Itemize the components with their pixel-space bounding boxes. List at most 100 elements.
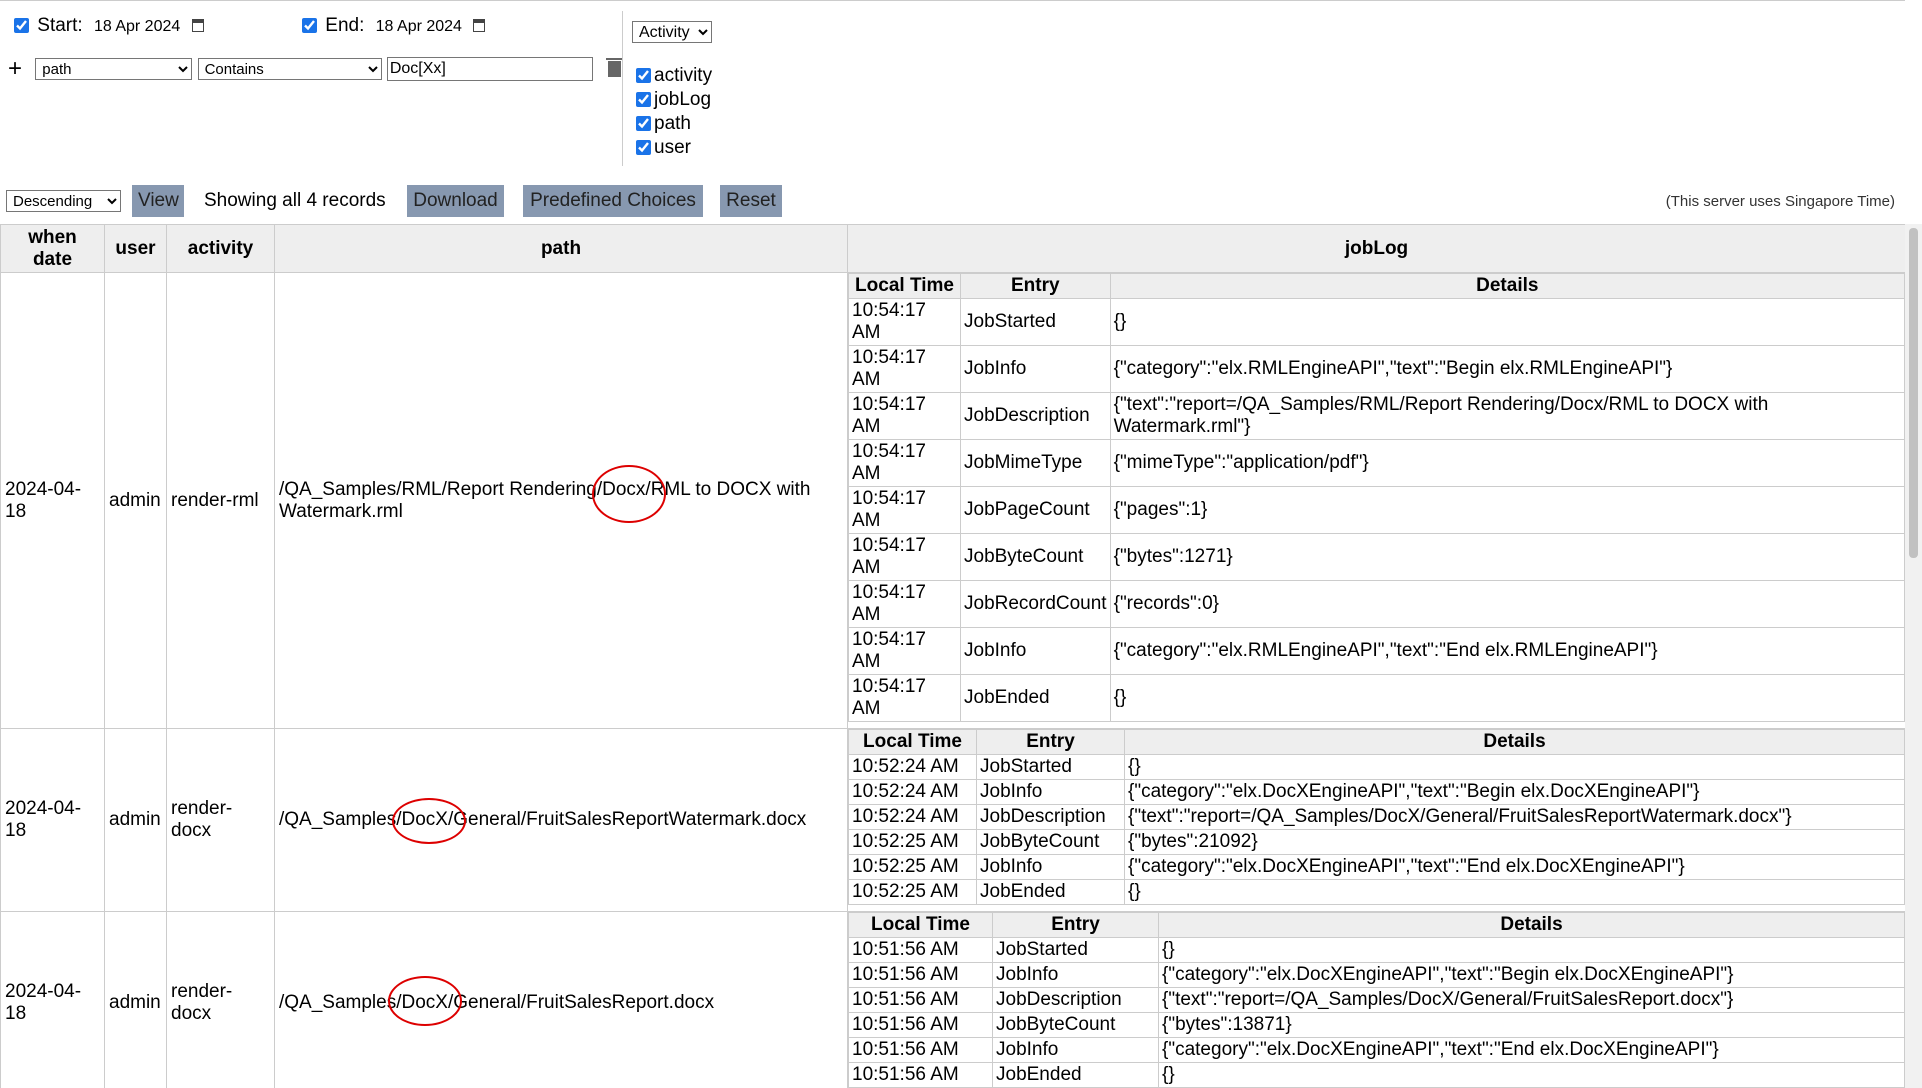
user-cell: admin [104, 911, 167, 1088]
joblog-time: 10:54:17 AM [848, 533, 961, 581]
table-row[interactable]: 2024-04-18 admin render-docx/QA_Samples/Do… [0, 911, 1905, 1088]
predefined-choices-button[interactable]: Predefined Choices [523, 185, 703, 217]
column-checkbox[interactable] [636, 140, 651, 156]
joblog-entry: JobByteCount [960, 533, 1111, 581]
joblog-row: 10:51:56 AM JobByteCount {"bytes":13871} [848, 1012, 1905, 1038]
joblog-details: {"records":0} [1109, 580, 1905, 628]
panel-divider [622, 11, 623, 166]
column-header-path[interactable]: path [274, 224, 848, 273]
joblog-header-row: Local Time Entry Details [848, 729, 1905, 755]
joblog-details: {"category":"elx.DocXEngineAPI","text":"… [1158, 1037, 1905, 1063]
joblog-entry: JobStarted [960, 298, 1111, 346]
joblog-row: 10:51:56 AM JobStarted{} [848, 937, 1905, 963]
joblog-details: {"category":"elx.DocXEngineAPI","text":"… [1124, 779, 1905, 805]
joblog-header-time: Local Time [848, 273, 961, 299]
table-row[interactable]: 2024-04-18 admin render-docx/QA_Samples/Do… [0, 728, 1905, 912]
joblog-table: Local Time Entry Details 10:54:17 AM JobStar… [848, 273, 1905, 722]
joblog-time: 10:54:17 AM [848, 486, 961, 534]
joblog-row: 10:54:17 AM JobDescription {"text":"report… [848, 392, 1905, 440]
calendar-icon[interactable] [473, 19, 486, 32]
joblog-details: {"bytes":13871} [1158, 1012, 1905, 1038]
joblog-row: 10:54:17 AM JobInfo {"category":"elx.RMLEn… [848, 627, 1905, 675]
joblog-entry: JobEnded [992, 1062, 1159, 1088]
joblog-header-time: Local Time [848, 912, 993, 938]
column-header-when[interactable]: when date [0, 224, 105, 273]
joblog-entry: JobInfo [992, 1037, 1159, 1063]
joblog-details: {"category":"elx.RMLEngineAPI","text":"E… [1109, 627, 1905, 675]
joblog-table: Local Time Entry Details 10:51:56 AM JobStar… [848, 912, 1905, 1088]
joblog-header-entry: Entry [992, 912, 1159, 938]
column-header-user[interactable]: user [104, 224, 167, 273]
filter-operator-select[interactable]: Contains [197, 58, 382, 80]
start-date-checkbox[interactable] [14, 18, 29, 34]
add-filter-icon[interactable]: + [8, 55, 30, 83]
date-range-row: Start: 18 Apr 2024 End: 18 Apr 2024 [14, 15, 486, 37]
joblog-row: 10:52:24 AM JobInfo {"category":"elx.DocXE… [848, 779, 1905, 805]
joblog-time: 10:51:56 AM [848, 937, 993, 963]
joblog-row: 10:52:25 AM JobInfo {"category":"elx.DocXE… [848, 854, 1905, 880]
sort-order-select[interactable]: Descending [6, 190, 121, 212]
column-checkbox[interactable] [636, 92, 651, 108]
joblog-entry: JobInfo [976, 779, 1125, 805]
records-count-text: Showing all 4 records [204, 190, 386, 211]
filter-row: + path Contains [8, 55, 624, 83]
column-checkbox[interactable] [636, 116, 651, 132]
joblog-details: {"bytes":21092} [1124, 829, 1905, 855]
column-option[interactable]: activity [636, 64, 712, 88]
timezone-note: (This server uses Singapore Time) [1665, 193, 1895, 210]
start-date-value[interactable]: 18 Apr 2024 [94, 18, 180, 35]
joblog-header-entry: Entry [976, 729, 1125, 755]
joblog-time: 10:52:24 AM [848, 779, 977, 805]
column-option[interactable]: jobLog [636, 88, 712, 112]
column-header-activity[interactable]: activity [166, 224, 275, 273]
filter-value-input[interactable] [386, 57, 593, 81]
joblog-details: {} [1158, 937, 1905, 963]
scrollbar-thumb[interactable] [1909, 228, 1918, 558]
joblog-entry: JobEnded [960, 674, 1111, 722]
calendar-icon[interactable] [191, 19, 204, 32]
joblog-details: {} [1109, 674, 1905, 722]
table-row[interactable]: 2024-04-18 admin render-rml/QA_Samples/RML… [0, 272, 1905, 729]
joblog-entry: JobByteCount [992, 1012, 1159, 1038]
joblog-entry: JobRecordCount [960, 580, 1111, 628]
column-checkbox[interactable] [636, 68, 651, 84]
activity-cell: render-docx [166, 728, 275, 912]
joblog-time: 10:52:24 AM [848, 754, 977, 780]
joblog-details: {"bytes":1271} [1109, 533, 1905, 581]
end-date-checkbox[interactable] [302, 18, 317, 34]
joblog-row: 10:54:17 AM JobInfo {"category":"elx.RMLEn… [848, 345, 1905, 393]
joblog-row: 10:54:17 AM JobRecordCount {"records":0} [848, 580, 1905, 628]
joblog-entry: JobStarted [992, 937, 1159, 963]
joblog-entry: JobInfo [960, 345, 1111, 393]
start-label: Start: [37, 15, 83, 36]
joblog-time: 10:52:25 AM [848, 879, 977, 905]
joblog-header-details: Details [1124, 729, 1905, 755]
joblog-time: 10:51:56 AM [848, 987, 993, 1013]
joblog-time: 10:54:17 AM [848, 345, 961, 393]
records-body: 2024-04-18 admin render-rml/QA_Samples/RML… [0, 272, 1905, 1088]
joblog-details: {"text":"report=/QA_Samples/RML/Report R… [1109, 392, 1905, 440]
joblog-row: 10:54:17 AM JobStarted{} [848, 298, 1905, 346]
joblog-entry: JobDescription [976, 804, 1125, 830]
view-button[interactable]: View [132, 185, 184, 217]
activity-cell: render-docx [166, 911, 275, 1088]
joblog-row: 10:52:25 AM JobByteCount {"bytes":21092} [848, 829, 1905, 855]
column-option[interactable]: path [636, 112, 712, 136]
joblog-row: 10:51:56 AM JobEnded{} [848, 1062, 1905, 1088]
joblog-row: 10:51:56 AM JobDescription {"text":"report… [848, 987, 1905, 1013]
vertical-scrollbar[interactable] [1905, 224, 1922, 1088]
column-option[interactable]: user [636, 136, 712, 160]
download-button[interactable]: Download [407, 185, 504, 217]
joblog-row: 10:51:56 AM JobInfo {"category":"elx.DocXE… [848, 1037, 1905, 1063]
joblog-time: 10:54:17 AM [848, 298, 961, 346]
column-header-joblog[interactable]: jobLog [847, 224, 1905, 273]
joblog-entry: JobByteCount [976, 829, 1125, 855]
joblog-header-time: Local Time [848, 729, 977, 755]
column-set-select[interactable]: Activity [632, 21, 712, 43]
reset-button[interactable]: Reset [720, 185, 782, 217]
page: Start: 18 Apr 2024 End: 18 Apr 2024 + pa… [0, 0, 1905, 1088]
joblog-entry: JobDescription [992, 987, 1159, 1013]
trash-icon[interactable] [606, 58, 624, 77]
filter-field-select[interactable]: path [35, 58, 193, 80]
end-date-value[interactable]: 18 Apr 2024 [376, 18, 462, 35]
